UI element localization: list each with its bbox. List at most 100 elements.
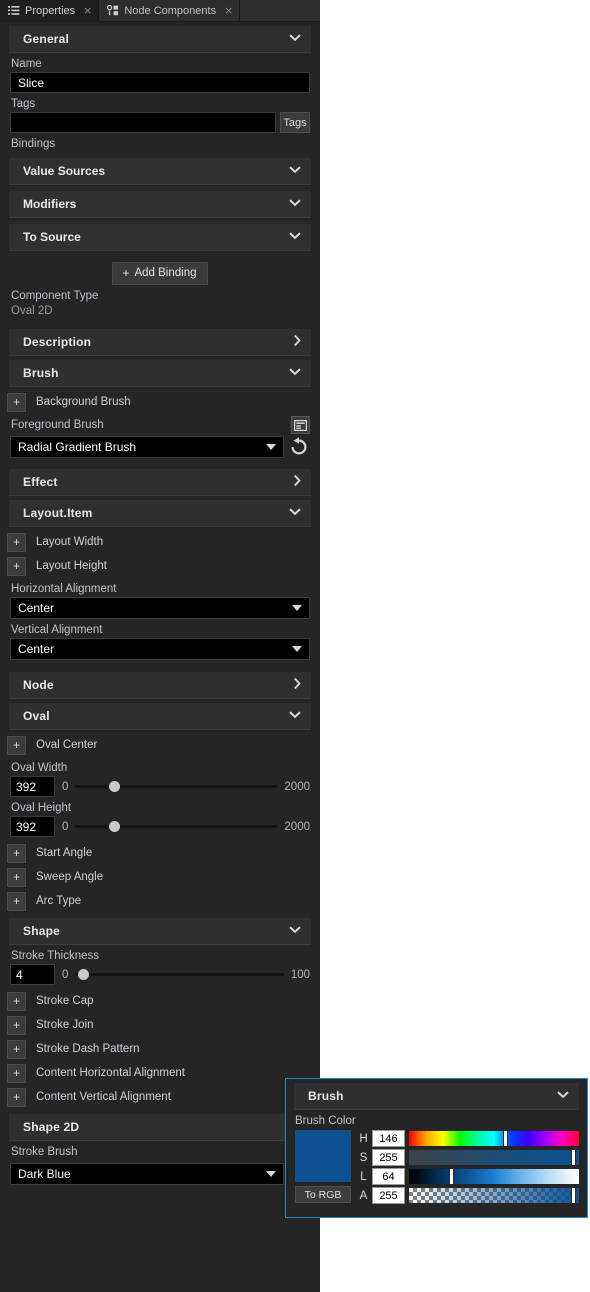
section-header-value-sources[interactable]: Value Sources	[9, 158, 311, 185]
hue-slider[interactable]	[409, 1130, 579, 1147]
tab-node-components[interactable]: Node Components ×	[99, 0, 241, 21]
expand-plus-icon[interactable]: +	[7, 991, 26, 1011]
section-header-general[interactable]: General	[9, 26, 311, 53]
tab-label: Node Components	[124, 4, 217, 17]
stroke-brush-label: Stroke Brush	[11, 1146, 78, 1158]
section-header-effect[interactable]: Effect	[9, 469, 311, 496]
list-icon	[8, 5, 20, 16]
stroke-brush-select[interactable]: Dark Blue	[10, 1163, 284, 1185]
foreground-brush-header-row: Foreground Brush	[0, 414, 320, 434]
section-title: Description	[23, 335, 92, 349]
expand-plus-icon[interactable]: +	[7, 556, 26, 576]
popup-section-header-brush[interactable]: Brush	[294, 1083, 579, 1110]
tab-label: Properties	[25, 4, 76, 17]
bindings-label: Bindings	[11, 138, 56, 150]
slider-knob[interactable]	[109, 821, 121, 832]
property-row-arc-type: + Arc Type	[0, 889, 320, 913]
slider-knob[interactable]	[78, 969, 90, 980]
slider-knob[interactable]	[571, 1149, 577, 1166]
lightness-gradient	[409, 1169, 579, 1184]
section-header-oval[interactable]: Oval	[9, 703, 311, 730]
channel-row-alpha: A 255	[359, 1187, 579, 1204]
slider-knob[interactable]	[571, 1187, 577, 1204]
section-header-shape-2d[interactable]: Shape 2D	[9, 1114, 311, 1141]
foreground-brush-select[interactable]: Radial Gradient Brush	[10, 436, 284, 458]
tags-button[interactable]: Tags	[280, 112, 310, 133]
alpha-slider[interactable]	[409, 1187, 579, 1204]
alpha-gradient	[409, 1188, 579, 1203]
property-label: Background Brush	[36, 396, 131, 408]
property-label: Stroke Dash Pattern	[36, 1043, 140, 1055]
color-editor: To RGB H 146 S 255 L 64 A 255	[286, 1130, 587, 1204]
property-row-layout-height: + Layout Height	[0, 554, 320, 578]
chevron-down-icon	[266, 444, 276, 450]
reset-arrow-icon[interactable]	[288, 436, 310, 458]
expand-plus-icon[interactable]: +	[7, 1087, 26, 1107]
stroke-thickness-input[interactable]: 4	[10, 964, 55, 985]
close-icon[interactable]: ×	[224, 5, 233, 16]
saturation-slider[interactable]	[409, 1149, 579, 1166]
oval-height-slider[interactable]	[75, 820, 278, 834]
chevron-down-icon	[289, 508, 301, 519]
lightness-slider[interactable]	[409, 1168, 579, 1185]
section-header-layout-item[interactable]: Layout.Item	[9, 500, 311, 527]
vertical-alignment-select[interactable]: Center	[10, 638, 310, 660]
slider-max-label: 2000	[284, 780, 310, 793]
property-label: Layout Width	[36, 536, 104, 548]
expand-plus-icon[interactable]: +	[7, 735, 26, 755]
oval-height-input[interactable]: 392	[10, 816, 55, 837]
section-header-brush[interactable]: Brush	[9, 360, 311, 387]
property-row-content-vertical-alignment: + Content Vertical Alignment	[0, 1085, 320, 1109]
property-label: Layout Height	[36, 560, 107, 572]
stroke-thickness-slider[interactable]	[75, 968, 284, 982]
section-title: Node	[23, 678, 54, 692]
vertical-alignment-label: Vertical Alignment	[11, 624, 103, 636]
tags-row: Tags	[10, 112, 310, 133]
slider-max-label: 2000	[284, 820, 310, 833]
section-header-node[interactable]: Node	[9, 672, 311, 699]
expand-plus-icon[interactable]: +	[7, 392, 26, 412]
panel-picker-icon[interactable]	[291, 416, 310, 434]
close-icon[interactable]: ×	[83, 5, 92, 16]
tab-properties[interactable]: Properties ×	[0, 0, 100, 21]
oval-width-input[interactable]: 392	[10, 776, 55, 797]
expand-plus-icon[interactable]: +	[7, 891, 26, 911]
slider-track	[75, 785, 278, 788]
saturation-input[interactable]: 255	[372, 1149, 405, 1166]
expand-plus-icon[interactable]: +	[7, 843, 26, 863]
tags-input[interactable]	[10, 112, 276, 133]
horizontal-alignment-select[interactable]: Center	[10, 597, 310, 619]
channel-label: S	[359, 1151, 368, 1164]
slider-min-label: 0	[62, 780, 69, 793]
expand-plus-icon[interactable]: +	[7, 1039, 26, 1059]
slider-knob[interactable]	[109, 781, 121, 792]
section-title: Shape	[23, 924, 61, 938]
channel-column: H 146 S 255 L 64 A 255	[359, 1130, 579, 1204]
to-rgb-button[interactable]: To RGB	[295, 1186, 351, 1203]
add-binding-button[interactable]: + Add Binding	[112, 262, 208, 285]
horizontal-alignment-label: Horizontal Alignment	[11, 583, 117, 595]
section-title: Effect	[23, 475, 58, 489]
section-header-description[interactable]: Description	[9, 329, 311, 356]
oval-width-slider[interactable]	[75, 780, 278, 794]
expand-plus-icon[interactable]: +	[7, 1015, 26, 1035]
chevron-down-icon	[557, 1091, 569, 1102]
slider-knob[interactable]	[503, 1130, 509, 1147]
swatch-column: To RGB	[295, 1130, 351, 1204]
properties-panel: Properties × Node Components × General N…	[0, 0, 320, 1292]
channel-label: L	[360, 1170, 367, 1183]
hue-input[interactable]: 146	[372, 1130, 405, 1147]
channel-row-lightness: L 64	[359, 1168, 579, 1185]
section-header-modifiers[interactable]: Modifiers	[9, 191, 311, 218]
alpha-input[interactable]: 255	[372, 1187, 405, 1204]
slider-knob[interactable]	[449, 1168, 454, 1185]
lightness-input[interactable]: 64	[372, 1168, 405, 1185]
expand-plus-icon[interactable]: +	[7, 1063, 26, 1083]
chevron-down-icon	[289, 711, 301, 722]
expand-plus-icon[interactable]: +	[7, 867, 26, 887]
name-input[interactable]: Slice	[10, 72, 310, 93]
expand-plus-icon[interactable]: +	[7, 532, 26, 552]
color-swatch[interactable]	[295, 1130, 351, 1182]
section-header-shape[interactable]: Shape	[9, 918, 311, 945]
section-header-to-source[interactable]: To Source	[9, 224, 311, 251]
